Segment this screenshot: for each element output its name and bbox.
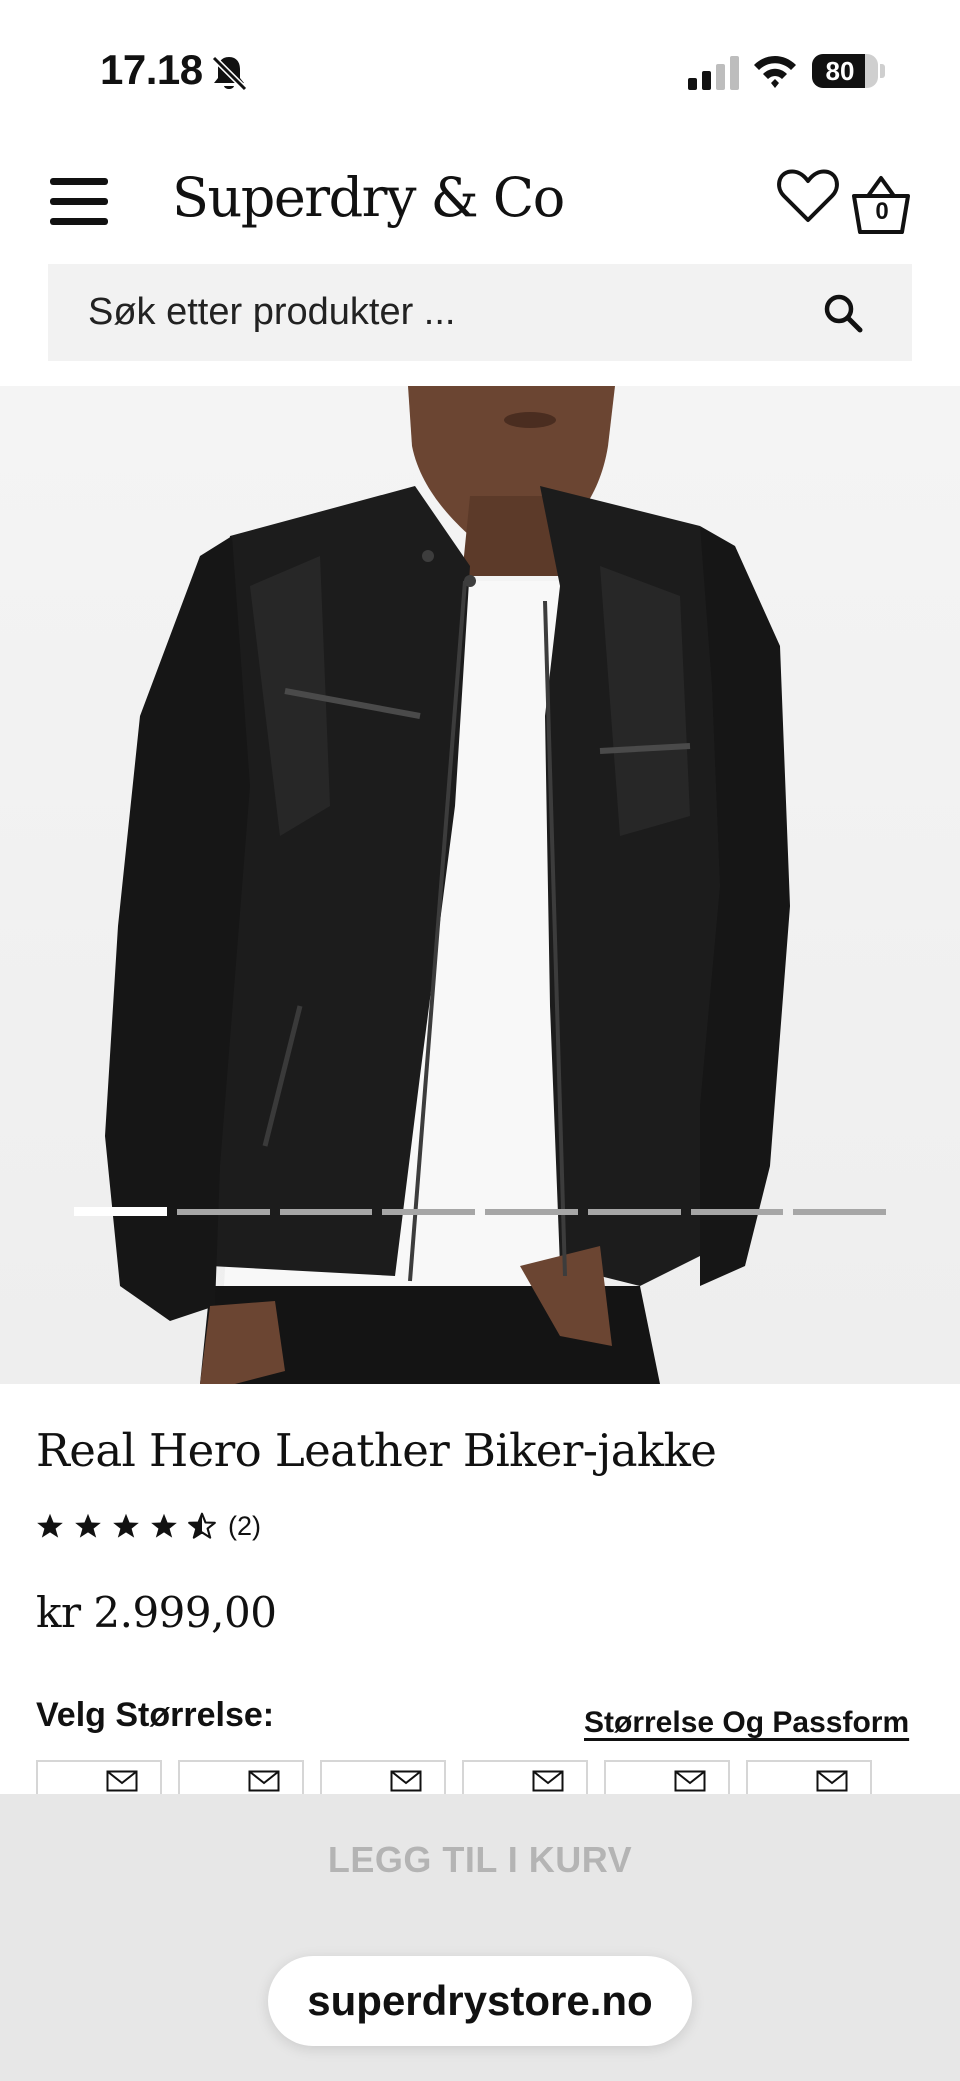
add-to-cart-button[interactable]: LEGG TIL I KURV [0,1794,960,1926]
star-full-icon [113,1513,139,1538]
search-icon[interactable] [822,292,864,334]
size-option[interactable] [746,1760,872,1794]
bell-off-icon [211,55,248,92]
carousel-dot[interactable] [279,1209,373,1215]
status-bar: 17.18 80 [0,0,960,140]
product-image-carousel[interactable] [0,386,960,1384]
brand-logo[interactable]: Superdry & Co [172,166,565,229]
star-full-icon [151,1513,177,1538]
carousel-indicator[interactable] [74,1207,886,1217]
carousel-dot[interactable] [74,1207,167,1216]
size-options [36,1760,926,1794]
carousel-dot[interactable] [176,1209,270,1215]
heart-icon[interactable] [776,168,840,226]
size-option[interactable] [604,1760,730,1794]
signal-icon [688,56,739,90]
star-full-icon [75,1513,101,1538]
battery-percent: 80 [825,56,855,86]
carousel-dot[interactable] [485,1209,578,1215]
basket-count: 0 [875,198,889,225]
product-price: kr 2.999,00 [36,1588,277,1637]
product-title: Real Hero Leather Biker-jakke [36,1424,717,1477]
search-input[interactable] [88,264,788,361]
mail-icon [532,1770,564,1792]
battery-tip [880,64,885,78]
size-label: Velg Størrelse: [36,1696,275,1734]
status-time: 17.18 [100,46,203,93]
star-full-icon [37,1513,63,1538]
site-header: Superdry & Co 0 [0,160,960,260]
search-bar [48,264,912,361]
size-guide-link[interactable]: Størrelse Og Passform [584,1706,909,1740]
mail-icon [106,1770,138,1792]
mail-icon [248,1770,280,1792]
mail-icon [816,1770,848,1792]
size-option[interactable] [36,1760,162,1794]
rating-count: (2) [228,1510,261,1541]
menu-icon[interactable] [50,178,108,226]
carousel-dot[interactable] [690,1209,784,1215]
battery-icon: 80 [812,54,878,88]
carousel-dot[interactable] [382,1209,475,1215]
mail-icon [674,1770,706,1792]
browser-address-bar[interactable]: superdrystore.no [268,1956,692,2046]
add-to-cart-panel: LEGG TIL I KURV superdrystore.no [0,1794,960,2081]
size-option[interactable] [178,1760,304,1794]
product-rating[interactable]: (2) [36,1508,261,1544]
size-option[interactable] [462,1760,588,1794]
wifi-icon [754,56,796,88]
size-option[interactable] [320,1760,446,1794]
carousel-dot[interactable] [793,1209,886,1215]
mail-icon [390,1770,422,1792]
star-half-icon [188,1512,216,1539]
product-photo [105,386,790,1384]
carousel-dot[interactable] [587,1209,681,1215]
